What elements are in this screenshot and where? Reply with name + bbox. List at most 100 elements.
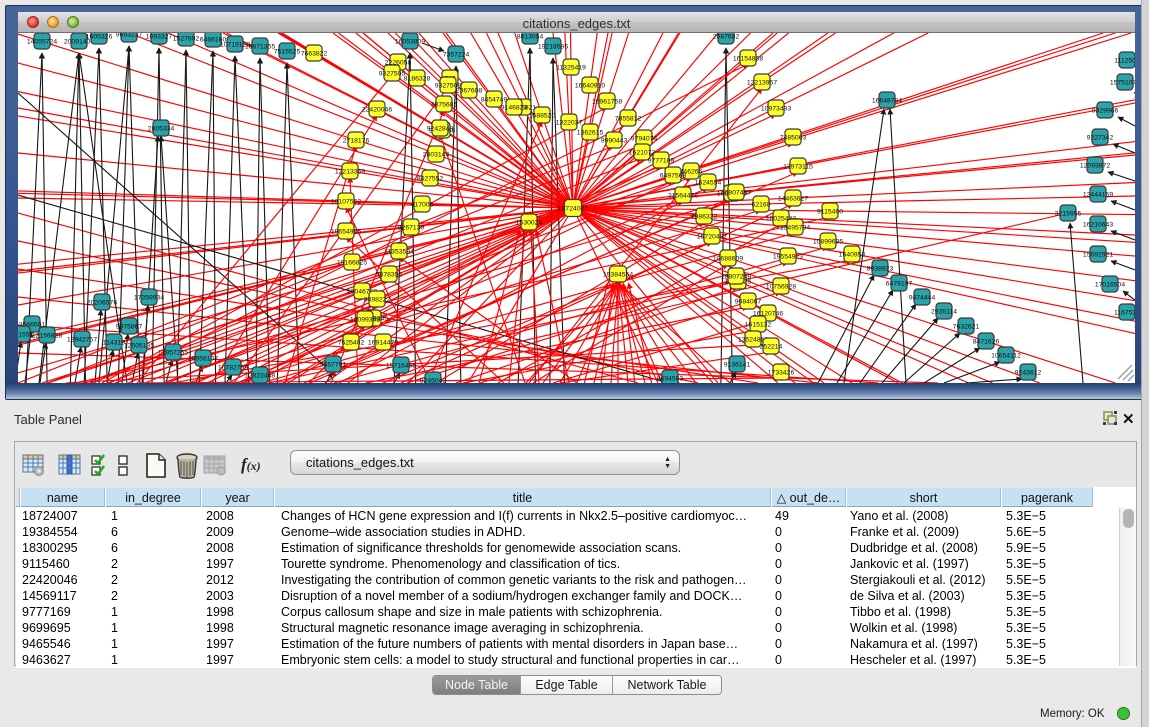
svg-text:9474444: 9474444 [909, 294, 936, 301]
svg-text:9329966: 9329966 [1092, 107, 1119, 114]
svg-text:22420046: 22420046 [362, 106, 392, 113]
svg-text:15751074: 15751074 [1110, 79, 1135, 86]
svg-text:1615132: 1615132 [745, 321, 772, 328]
svg-text:12213967: 12213967 [747, 79, 777, 86]
svg-text:9115460: 9115460 [817, 208, 843, 215]
svg-text:15716485: 15716485 [386, 362, 416, 369]
svg-text:9136141: 9136141 [724, 361, 751, 368]
svg-text:6479197: 6479197 [886, 280, 913, 287]
svg-text:16053809: 16053809 [395, 38, 425, 45]
svg-text:8454749: 8454749 [481, 96, 508, 103]
svg-text:7357224: 7357224 [443, 51, 470, 58]
svg-text:7986322: 7986322 [691, 213, 718, 220]
svg-text:12213369: 12213369 [335, 168, 365, 175]
svg-text:8427552: 8427552 [417, 175, 444, 182]
svg-text:10958107: 10958107 [188, 355, 218, 362]
svg-text:12444159: 12444159 [1083, 191, 1113, 198]
svg-text:19166825: 19166825 [337, 259, 367, 266]
svg-text:19554923: 19554923 [773, 253, 803, 260]
svg-text:10107552: 10107552 [331, 198, 361, 205]
svg-text:1362615: 1362615 [577, 129, 604, 136]
svg-text:8471626: 8471626 [973, 338, 1000, 345]
svg-text:17016504: 17016504 [1095, 281, 1125, 288]
svg-text:7663822: 7663822 [301, 50, 328, 57]
svg-text:13495794: 13495794 [780, 224, 810, 231]
svg-text:17359934: 17359934 [134, 294, 164, 301]
svg-text:21564436: 21564436 [668, 192, 698, 199]
svg-text:14463627: 14463627 [778, 195, 808, 202]
svg-text:9243612: 9243612 [1015, 369, 1042, 376]
svg-text:252214: 252214 [760, 343, 783, 350]
svg-text:9694563: 9694563 [657, 375, 684, 382]
svg-text:10807487: 10807487 [721, 189, 751, 196]
svg-text:16782759: 16782759 [218, 364, 248, 371]
svg-text:1621072: 1621072 [629, 149, 656, 156]
svg-text:8938923: 8938923 [867, 265, 894, 272]
svg-text:9777169: 9777169 [648, 157, 675, 164]
svg-text:12942757: 12942757 [67, 336, 97, 343]
svg-text:16871355: 16871355 [245, 43, 275, 50]
svg-text:62160: 62160 [752, 201, 771, 208]
svg-text:19218586: 19218586 [538, 43, 568, 50]
svg-text:12823448: 12823448 [245, 372, 275, 379]
svg-text:19654985: 19654985 [331, 228, 361, 235]
svg-text:2367608: 2367608 [456, 87, 483, 94]
svg-text:12156828: 12156828 [32, 332, 62, 339]
svg-text:16914479: 16914479 [368, 339, 398, 346]
svg-text:1167539: 1167539 [1114, 309, 1135, 316]
svg-text:16961758: 16961758 [592, 98, 622, 105]
svg-text:9246042: 9246042 [420, 377, 447, 383]
svg-text:20206576: 20206576 [87, 299, 117, 306]
svg-text:9242848: 9242848 [427, 125, 454, 132]
svg-text:15692921: 15692921 [1083, 251, 1113, 258]
svg-text:7485063: 7485063 [780, 134, 807, 141]
svg-text:16648784: 16648784 [872, 97, 902, 104]
svg-text:16210643: 16210643 [1083, 221, 1113, 228]
svg-text:2718176: 2718176 [343, 137, 370, 144]
svg-text:417006: 417006 [411, 201, 434, 208]
svg-text:3498222: 3498222 [364, 296, 391, 303]
svg-text:9327505: 9327505 [379, 70, 406, 77]
svg-text:1733426: 1733426 [768, 369, 795, 376]
svg-text:2803144: 2803144 [423, 151, 450, 158]
svg-text:9146823: 9146823 [501, 104, 528, 111]
svg-text:10654112: 10654112 [991, 352, 1021, 359]
svg-text:2805334: 2805334 [148, 125, 175, 132]
svg-text:17957255: 17957255 [158, 349, 188, 356]
svg-text:8813054: 8813054 [517, 33, 544, 40]
svg-text:1624554: 1624554 [695, 179, 722, 186]
svg-text:1322037: 1322037 [556, 119, 583, 126]
svg-text:7625402: 7625402 [338, 339, 365, 346]
svg-text:14099348: 14099348 [350, 316, 380, 323]
svg-text:16154838: 16154838 [733, 55, 763, 62]
svg-text:10899695: 10899695 [813, 238, 843, 245]
svg-text:10688609: 10688609 [713, 255, 743, 262]
svg-text:9794074: 9794074 [631, 135, 658, 142]
svg-text:12505135: 12505135 [124, 342, 154, 349]
svg-text:12973115: 12973115 [783, 163, 813, 170]
svg-text:14055724: 14055724 [27, 38, 57, 45]
svg-text:1527602: 1527602 [173, 35, 200, 42]
svg-text:9975867: 9975867 [116, 323, 143, 330]
svg-text:1530024: 1530024 [516, 219, 543, 226]
svg-text:7515525: 7515525 [274, 48, 301, 55]
svg-text:9653237: 9653237 [116, 33, 143, 38]
svg-text:1588520: 1588520 [529, 112, 556, 119]
svg-text:114319: 114319 [103, 339, 125, 346]
svg-text:3875685: 3875685 [431, 101, 458, 108]
svg-text:6497568: 6497568 [660, 172, 687, 179]
svg-text:18724007: 18724007 [558, 205, 588, 212]
svg-text:11325419: 11325419 [556, 64, 586, 71]
svg-text:5878352: 5878352 [376, 271, 403, 278]
svg-text:8186328: 8186328 [404, 75, 431, 82]
svg-text:1112503: 1112503 [1114, 57, 1135, 64]
svg-text:10756928: 10756928 [766, 283, 796, 290]
svg-text:1640953: 1640953 [839, 251, 866, 258]
svg-text:19384554: 19384554 [603, 271, 633, 278]
svg-text:7955812: 7955812 [615, 115, 642, 122]
svg-text:9990443: 9990443 [601, 137, 628, 144]
svg-text:3215955: 3215955 [1055, 210, 1082, 217]
svg-text:9457791: 9457791 [320, 361, 347, 368]
svg-text:10973493: 10973493 [761, 105, 791, 112]
svg-text:1093327: 1093327 [146, 33, 173, 40]
